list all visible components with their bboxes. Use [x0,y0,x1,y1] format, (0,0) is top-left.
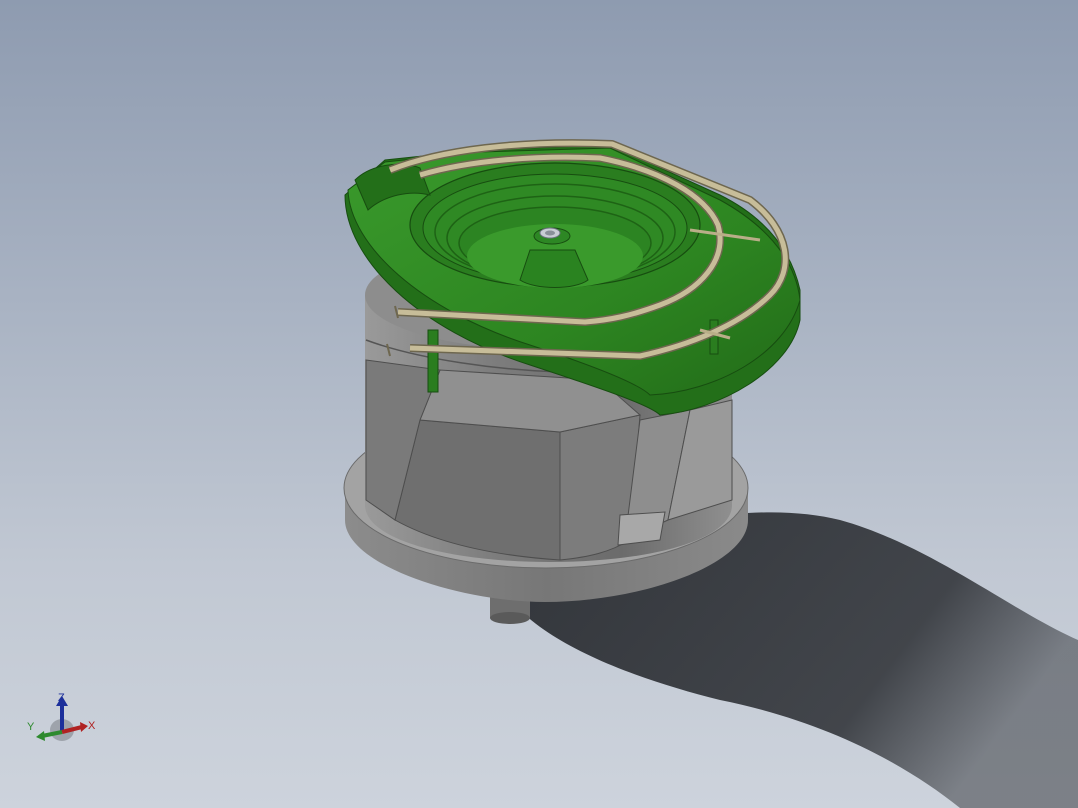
coordinate-triad: Z X Y [27,692,96,741]
y-axis-label: Y [27,721,35,733]
graphics-viewport[interactable]: Z X Y [0,0,1078,808]
z-axis-label: Z [58,692,65,704]
x-axis-label: X [88,720,96,732]
model-3d-view[interactable] [0,0,1078,808]
